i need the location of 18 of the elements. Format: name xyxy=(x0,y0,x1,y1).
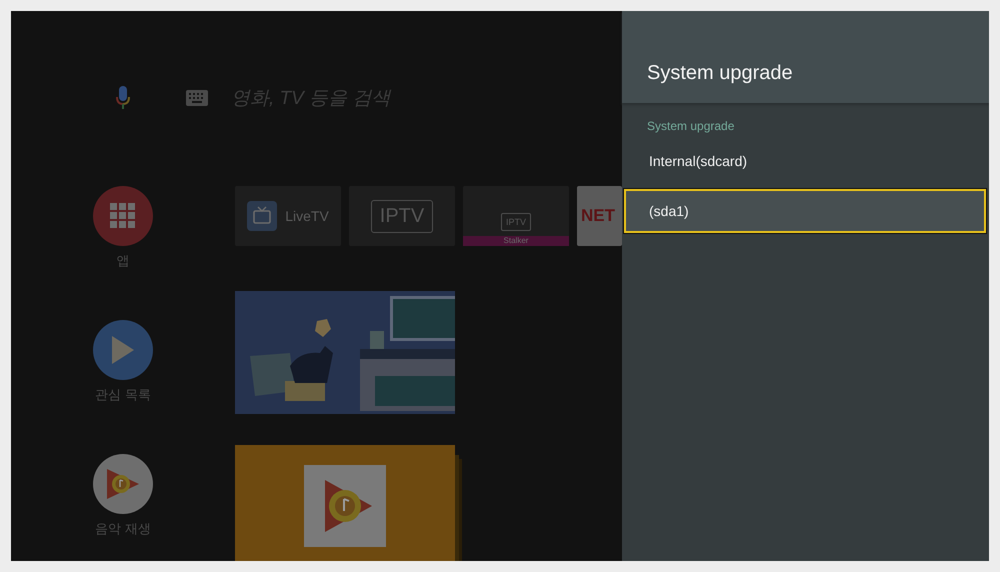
microphone-icon[interactable] xyxy=(115,85,131,111)
nav-label: 앱 xyxy=(116,252,130,270)
menu-option[interactable]: (sda1) xyxy=(624,189,986,233)
grid-icon xyxy=(110,203,136,229)
keyboard-icon[interactable] xyxy=(186,90,208,106)
nav-label: 관심 목록 xyxy=(95,386,151,404)
music-card[interactable] xyxy=(235,445,455,561)
music-play-icon xyxy=(107,469,139,499)
panel-title: System upgrade xyxy=(647,62,793,85)
section-header: System upgrade xyxy=(647,119,736,133)
app-tile[interactable]: LiveTV xyxy=(235,186,341,246)
play-icon xyxy=(112,336,134,364)
app-tile[interactable]: NET xyxy=(577,186,622,246)
nav-label: 음악 재생 xyxy=(95,520,151,538)
app-badge: Stalker xyxy=(463,236,569,246)
menu-option[interactable]: Internal(sdcard) xyxy=(624,139,986,183)
music-play-icon xyxy=(304,465,386,547)
tv-icon xyxy=(247,201,278,231)
